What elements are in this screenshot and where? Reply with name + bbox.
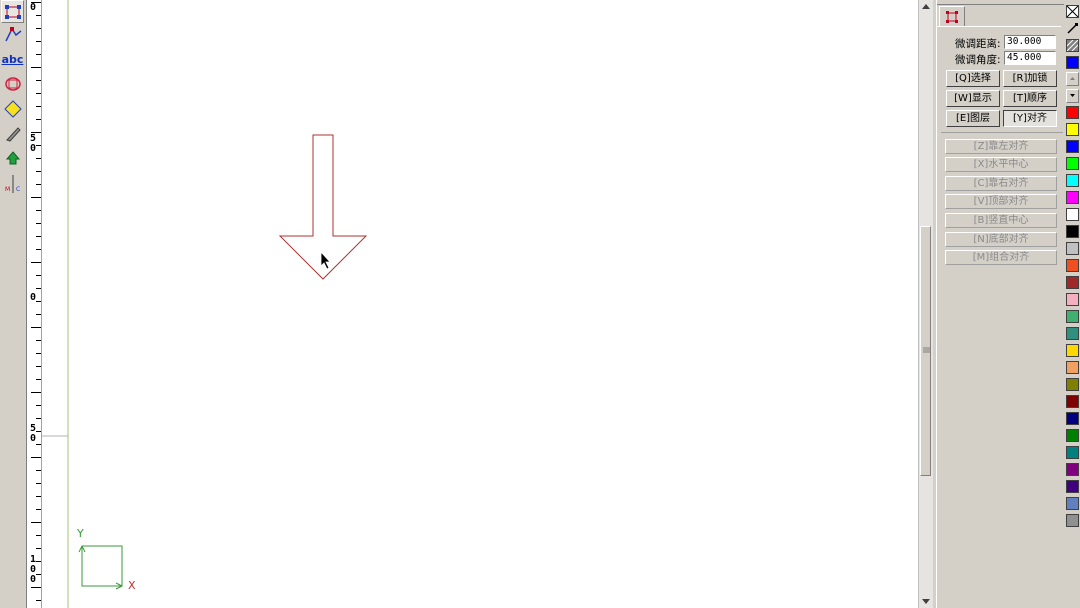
- fine-distance-input[interactable]: 30.000: [1004, 35, 1056, 49]
- panel-divider: [941, 132, 1063, 133]
- ruler-label-50-lower: 50: [30, 423, 37, 444]
- grip-icon: [923, 347, 930, 353]
- color-swatch[interactable]: [1066, 310, 1079, 323]
- vertical-ruler: 0 50 0 50 100: [27, 0, 42, 608]
- color-swatch[interactable]: [1066, 174, 1079, 187]
- color-swatch[interactable]: [1066, 157, 1079, 170]
- scroll-down-icon[interactable]: [921, 598, 931, 606]
- color-swatch[interactable]: [1066, 123, 1079, 136]
- vertical-scrollbar[interactable]: [918, 0, 933, 608]
- align-vertical-center-button[interactable]: [B]竖直中心: [945, 213, 1057, 228]
- select-button[interactable]: [Q]选择: [946, 70, 1000, 87]
- measure-tool-icon: MC: [5, 174, 20, 193]
- scrollbar-thumb[interactable]: [920, 226, 931, 476]
- svg-text:M: M: [5, 186, 10, 193]
- color-swatch[interactable]: [1066, 429, 1079, 442]
- color-swatch[interactable]: [1066, 378, 1079, 391]
- scroll-up-icon[interactable]: [921, 2, 931, 10]
- fine-angle-input[interactable]: 45.000: [1004, 51, 1056, 65]
- lock-button[interactable]: [R]加锁: [1003, 70, 1057, 87]
- color-swatch[interactable]: [1066, 463, 1079, 476]
- color-swatch[interactable]: [1066, 480, 1079, 493]
- display-button[interactable]: [W]显示: [946, 90, 1000, 107]
- mouse-cursor-icon: [320, 250, 331, 270]
- align-top-button[interactable]: [V]顶部对齐: [945, 194, 1057, 209]
- current-color-swatch[interactable]: [1066, 56, 1079, 69]
- measure-tool-button[interactable]: MC: [1, 172, 24, 195]
- color-swatch[interactable]: [1066, 497, 1079, 510]
- axis-x-label: X: [128, 579, 136, 592]
- color-swatch[interactable]: [1066, 446, 1079, 459]
- color-swatch[interactable]: [1066, 395, 1079, 408]
- align-left-button[interactable]: [Z]靠左对齐: [945, 139, 1057, 154]
- canvas-drawing: [42, 0, 368, 608]
- select-tool-icon: [4, 4, 21, 19]
- select-tool-button[interactable]: [1, 0, 24, 23]
- layer-button[interactable]: [E]图层: [946, 110, 1000, 127]
- drawing-canvas[interactable]: Y X: [42, 0, 918, 608]
- tab-select[interactable]: [939, 6, 965, 26]
- color-swatch[interactable]: [1066, 106, 1079, 119]
- tab-divider: [937, 26, 1061, 27]
- color-swatch[interactable]: [1066, 361, 1079, 374]
- shape-tool-icon: [4, 76, 21, 91]
- color-swatch[interactable]: [1066, 225, 1079, 238]
- fill-tool-icon: [3, 99, 22, 118]
- order-button[interactable]: [T]顺序: [1003, 90, 1057, 107]
- color-swatch[interactable]: [1066, 344, 1079, 357]
- fill-tool-button[interactable]: [1, 97, 24, 120]
- laser-tool-icon: [5, 150, 20, 164]
- fine-distance-label: 微调距离:: [955, 38, 1001, 50]
- pattern-icon: [1067, 40, 1078, 51]
- color-swatch[interactable]: [1066, 259, 1079, 272]
- color-swatch[interactable]: [1066, 276, 1079, 289]
- text-tool-button[interactable]: abc: [1, 48, 24, 71]
- no-color-button[interactable]: [1066, 5, 1079, 18]
- axis-y-label: Y: [77, 527, 84, 540]
- panel-top-strip: [937, 0, 1065, 5]
- align-button[interactable]: [Y]对齐: [1003, 110, 1057, 127]
- node-edit-tool-icon: [4, 26, 21, 41]
- color-palette: [1064, 0, 1080, 608]
- color-swatch[interactable]: [1066, 412, 1079, 425]
- color-swatch[interactable]: [1066, 191, 1079, 204]
- ruler-label-50: 50: [30, 133, 37, 154]
- color-swatch[interactable]: [1066, 327, 1079, 340]
- laser-tool-button[interactable]: [1, 147, 24, 170]
- eyedropper-button[interactable]: [1066, 22, 1079, 35]
- origin-axis-marker: [78, 545, 123, 590]
- node-edit-tool-button[interactable]: [1, 22, 24, 45]
- ruler-label-0-top: 0: [30, 2, 37, 13]
- left-toolbar: abc MC: [0, 0, 27, 608]
- no-color-icon: [1067, 6, 1078, 17]
- svg-text:C: C: [16, 186, 20, 193]
- color-swatch[interactable]: [1066, 208, 1079, 221]
- color-swatch[interactable]: [1066, 514, 1079, 527]
- fine-angle-label: 微调角度:: [955, 54, 1001, 66]
- color-swatch[interactable]: [1066, 242, 1079, 255]
- select-icon: [946, 10, 958, 23]
- ruler-ticks: [31, 2, 41, 601]
- knife-tool-button[interactable]: [1, 122, 24, 145]
- palette-scroll-up-button[interactable]: [1066, 72, 1079, 86]
- eyedropper-icon: [1067, 23, 1078, 34]
- ruler-label-100: 100: [30, 554, 37, 585]
- color-swatch[interactable]: [1066, 140, 1079, 153]
- ruler-label-0-mid: 0: [30, 292, 37, 303]
- knife-tool-icon: [5, 126, 21, 142]
- arrow-up-icon: [1070, 77, 1075, 80]
- property-panel: 微调距离: 30.000 微调角度: 45.000 [Q]选择 [R]加锁 [W…: [936, 0, 1065, 608]
- color-swatch[interactable]: [1066, 293, 1079, 306]
- align-right-button[interactable]: [C]靠右对齐: [945, 176, 1057, 191]
- align-group-button[interactable]: [M]组合对齐: [945, 250, 1057, 265]
- text-tool-icon: abc: [1, 53, 24, 66]
- shape-tool-button[interactable]: [1, 72, 24, 95]
- align-bottom-button[interactable]: [N]底部对齐: [945, 232, 1057, 247]
- pattern-button[interactable]: [1066, 39, 1079, 52]
- align-horizontal-center-button[interactable]: [X]水平中心: [945, 157, 1057, 172]
- palette-scroll-down-button[interactable]: [1066, 89, 1079, 103]
- arrow-down-icon: [1070, 94, 1075, 97]
